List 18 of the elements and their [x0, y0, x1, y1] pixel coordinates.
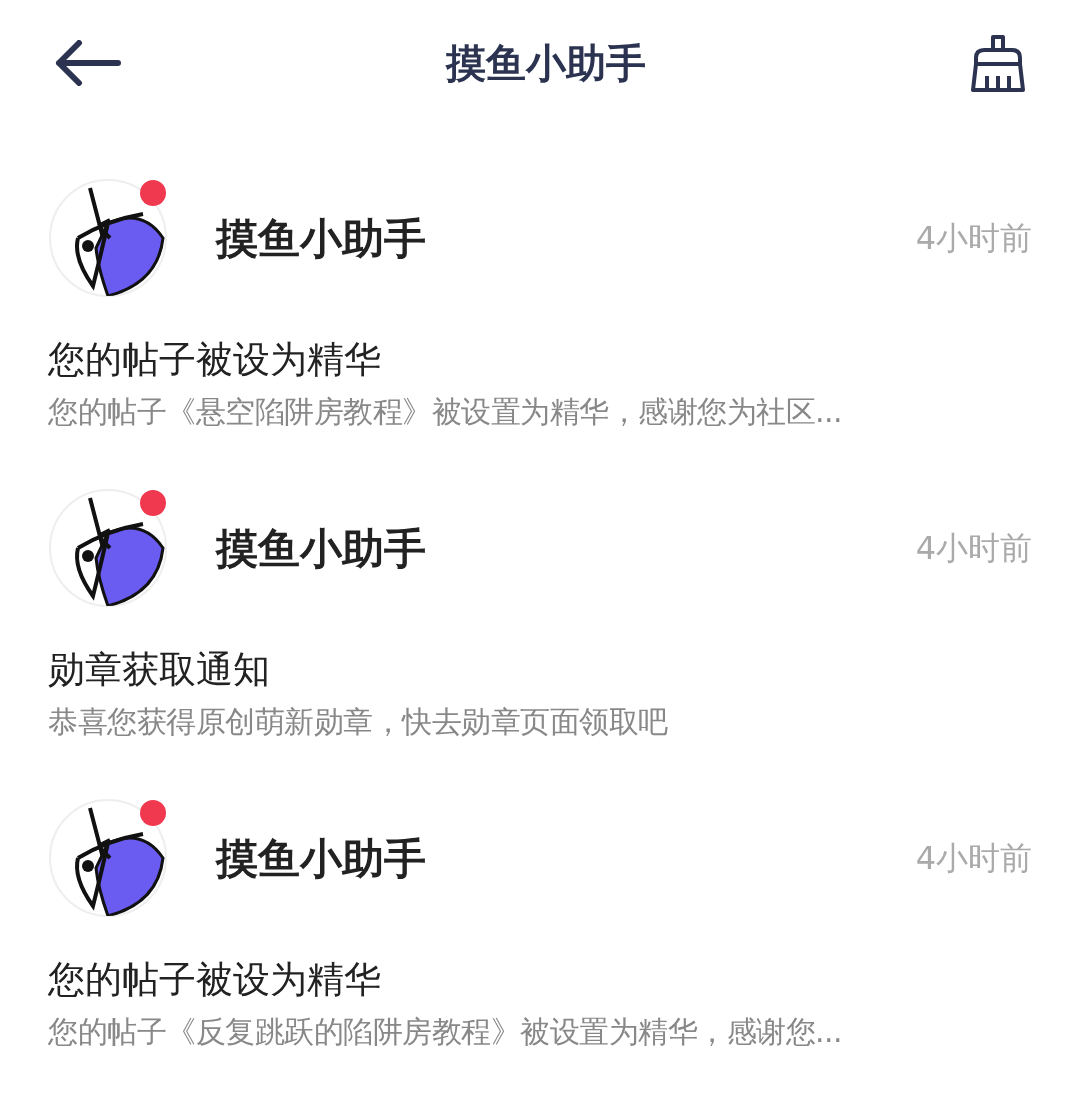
message-time: 4小时前: [915, 218, 1032, 259]
avatar-icon[interactable]: [48, 798, 168, 918]
message-title: 您的帖子被设为精华: [48, 337, 382, 383]
avatar-icon[interactable]: [48, 488, 168, 608]
message-preview: 恭喜您获得原创萌新勋章，快去勋章页面领取吧: [48, 703, 669, 741]
message-preview: 您的帖子《悬空陷阱房教程》被设置为精华，感谢您为社区...: [48, 393, 844, 431]
sender-name: 摸鱼小助手: [216, 832, 426, 885]
avatar-icon[interactable]: [48, 178, 168, 298]
message-title: 您的帖子被设为精华: [48, 957, 382, 1003]
page-title: 摸鱼小助手: [446, 38, 646, 88]
broom-icon[interactable]: [971, 33, 1025, 92]
message-time: 4小时前: [915, 838, 1032, 879]
sender-name: 摸鱼小助手: [216, 522, 426, 575]
message-time: 4小时前: [915, 528, 1032, 569]
sender-name: 摸鱼小助手: [216, 212, 426, 265]
message-preview: 您的帖子《反复跳跃的陷阱房教程》被设置为精华，感谢您...: [48, 1013, 844, 1051]
back-arrow-icon[interactable]: [55, 39, 121, 86]
message-title: 勋章获取通知: [48, 647, 271, 693]
